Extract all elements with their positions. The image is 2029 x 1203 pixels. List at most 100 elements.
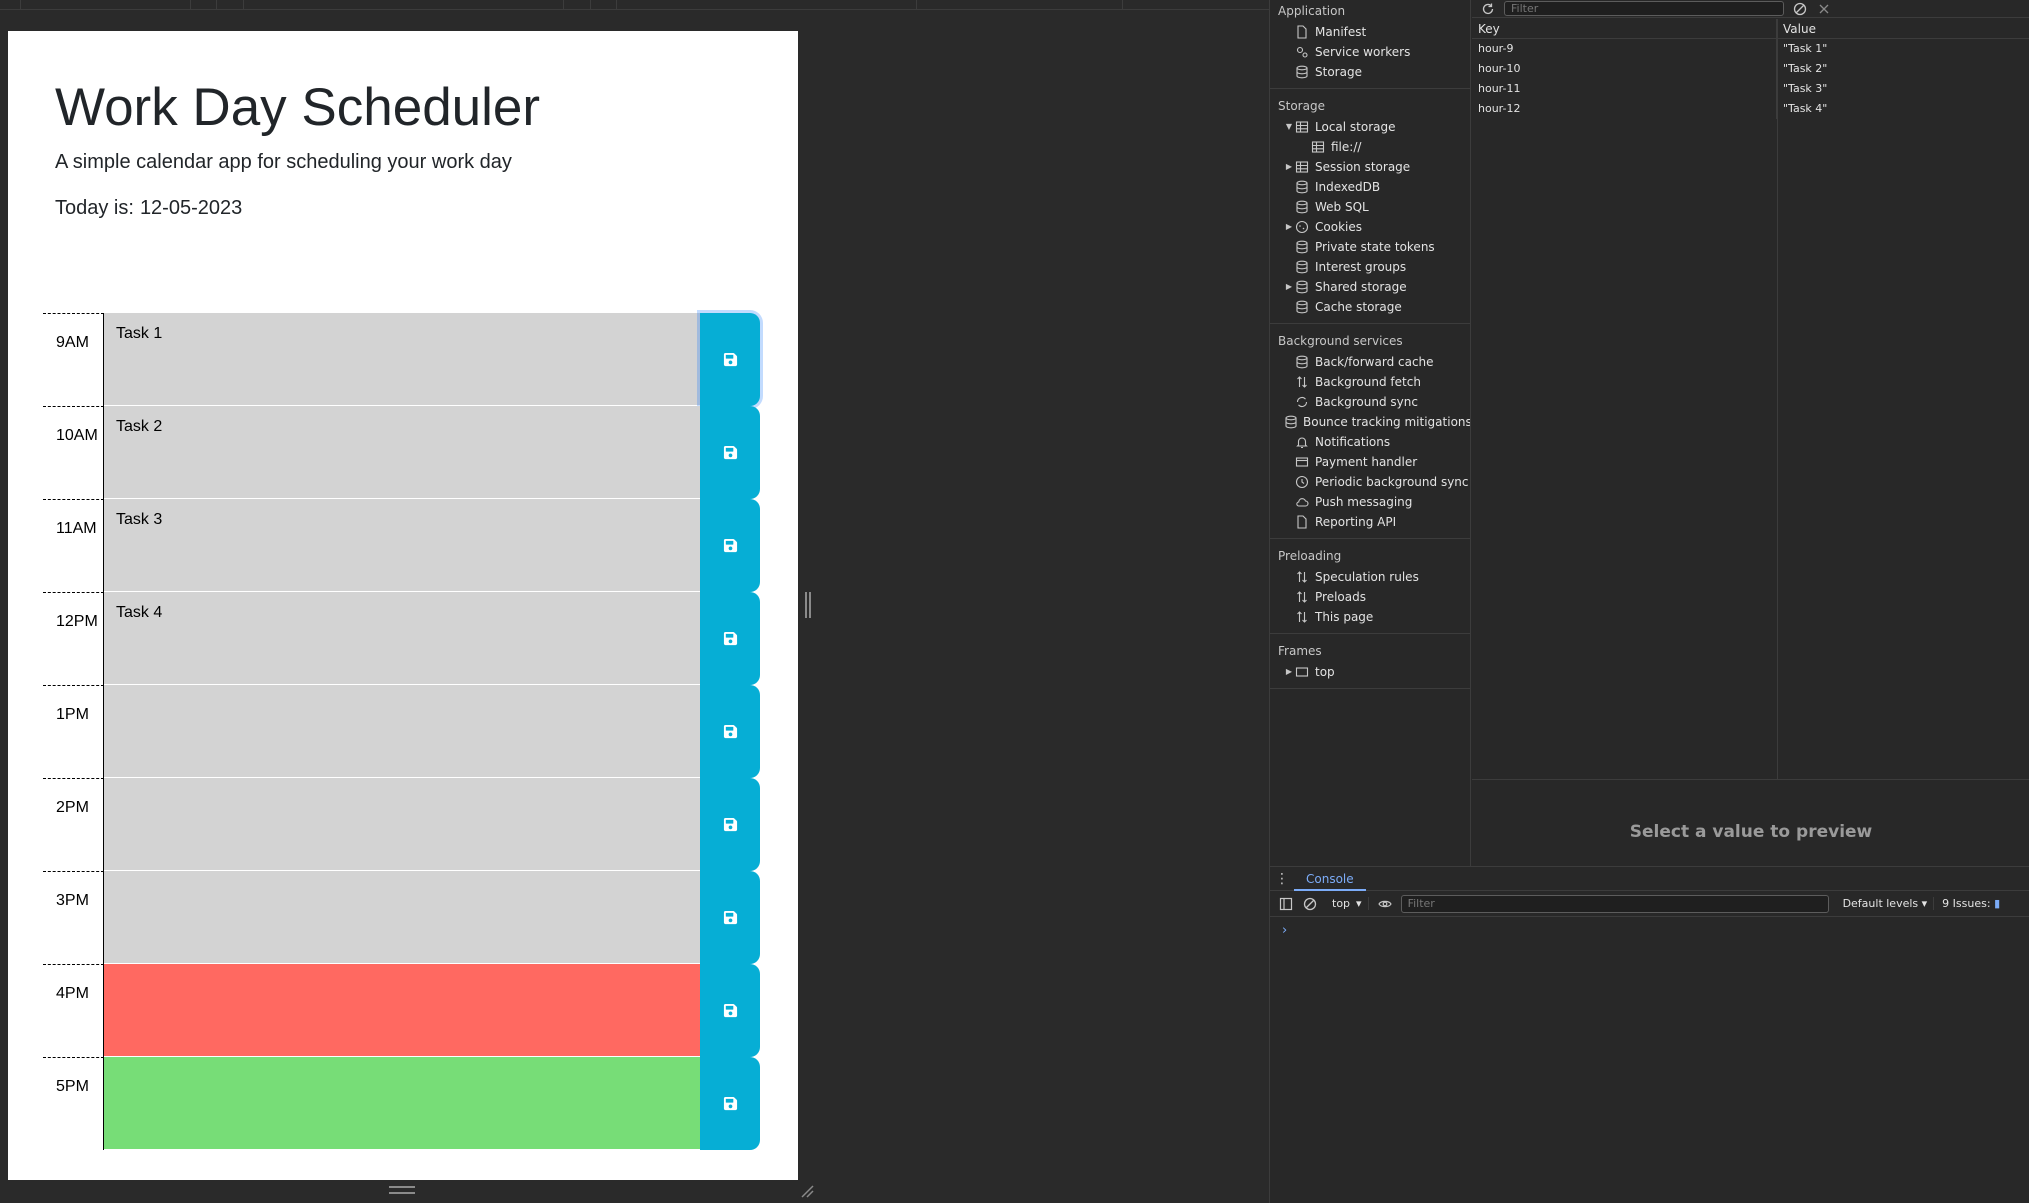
triangle-right-icon[interactable]: ▶ xyxy=(1284,662,1294,682)
sidebar-item-label: Web SQL xyxy=(1315,200,1369,214)
sidebar-toggle-icon[interactable] xyxy=(1278,896,1294,912)
storage-value[interactable]: "Task 1" xyxy=(1777,39,2029,59)
storage-key[interactable]: hour-12 xyxy=(1472,99,1777,119)
console-toolbar: top ▾ Default levels ▾ 9 Issues: ▮ xyxy=(1270,891,2029,917)
storage-row[interactable]: hour-9 "Task 1" xyxy=(1472,39,2029,59)
task-description-input[interactable] xyxy=(104,871,700,964)
save-button[interactable] xyxy=(700,871,760,964)
arrows-updown-icon xyxy=(1294,590,1310,604)
sidebar-section-title: Storage xyxy=(1278,99,1325,113)
tab-console[interactable]: Console xyxy=(1294,867,1366,891)
sidebar-item-cache-storage[interactable]: Cache storage xyxy=(1270,297,1470,317)
save-button[interactable] xyxy=(700,964,760,1057)
clear-console-icon[interactable] xyxy=(1302,896,1318,912)
sidebar-item-label: Cache storage xyxy=(1315,300,1402,314)
sidebar-item-payment-handler[interactable]: Payment handler xyxy=(1270,452,1470,472)
save-button[interactable] xyxy=(700,685,760,778)
storage-value[interactable]: "Task 4" xyxy=(1777,99,2029,119)
refresh-icon[interactable] xyxy=(1480,1,1496,17)
save-button[interactable] xyxy=(700,313,760,406)
sidebar-item-storage[interactable]: Storage xyxy=(1270,62,1470,82)
sidebar-item-reporting-api[interactable]: Reporting API xyxy=(1270,512,1470,532)
triangle-down-icon[interactable]: ▼ xyxy=(1284,117,1294,137)
sidebar-item-indexeddb[interactable]: IndexedDB xyxy=(1270,177,1470,197)
triangle-right-icon[interactable]: ▶ xyxy=(1284,217,1294,237)
save-icon xyxy=(723,724,738,739)
log-levels-dropdown[interactable]: Default levels ▾ xyxy=(1837,897,1935,910)
storage-filter-input[interactable] xyxy=(1504,1,1784,16)
table-icon xyxy=(1310,140,1326,154)
task-description-input[interactable] xyxy=(104,964,700,1057)
clear-all-icon[interactable] xyxy=(1792,1,1808,17)
database-icon xyxy=(1294,260,1310,274)
column-header-value[interactable]: Value xyxy=(1777,19,2029,38)
save-button[interactable] xyxy=(700,499,760,592)
drawer-menu-icon[interactable]: ⋮ xyxy=(1270,871,1294,887)
storage-row[interactable]: hour-11 "Task 3" xyxy=(1472,79,2029,99)
storage-value[interactable]: "Task 2" xyxy=(1777,59,2029,79)
storage-key[interactable]: hour-11 xyxy=(1472,79,1777,99)
sidebar-item-private-state-tokens[interactable]: Private state tokens xyxy=(1270,237,1470,257)
save-button[interactable] xyxy=(700,406,760,499)
sidebar-item-background-sync[interactable]: Background sync xyxy=(1270,392,1470,412)
task-description-input[interactable] xyxy=(104,778,700,871)
context-select[interactable]: top ▾ xyxy=(1326,897,1369,910)
task-description-input[interactable]: Task 3 xyxy=(104,499,700,592)
task-description-input[interactable]: Task 4 xyxy=(104,592,700,685)
column-header-key[interactable]: Key xyxy=(1472,19,1777,38)
sidebar-item-top[interactable]: ▶ top xyxy=(1270,662,1470,682)
eye-icon[interactable] xyxy=(1377,896,1393,912)
sidebar-item-file[interactable]: file:// xyxy=(1270,137,1470,157)
sidebar-item-service-workers[interactable]: Service workers xyxy=(1270,42,1470,62)
chevron-down-icon: ▾ xyxy=(1356,897,1362,910)
save-button[interactable] xyxy=(700,592,760,685)
sidebar-item-shared-storage[interactable]: ▶ Shared storage xyxy=(1270,277,1470,297)
save-button[interactable] xyxy=(700,1057,760,1150)
sidebar-item-manifest[interactable]: Manifest xyxy=(1270,22,1470,42)
sidebar-item-session-storage[interactable]: ▶ Session storage xyxy=(1270,157,1470,177)
storage-key[interactable]: hour-10 xyxy=(1472,59,1777,79)
save-icon xyxy=(723,631,738,646)
sidebar-item-this-page[interactable]: This page xyxy=(1270,607,1470,627)
save-icon xyxy=(723,1096,738,1111)
issues-counter[interactable]: 9 Issues: ▮ xyxy=(1942,897,2000,910)
viewport-resize-corner-icon[interactable] xyxy=(800,1183,814,1198)
task-description-input[interactable] xyxy=(104,685,700,778)
sidebar-item-speculation-rules[interactable]: Speculation rules xyxy=(1270,567,1470,587)
sidebar-item-bounce-tracking-mitigations[interactable]: Bounce tracking mitigations xyxy=(1270,412,1470,432)
sidebar-item-web-sql[interactable]: Web SQL xyxy=(1270,197,1470,217)
sidebar-item-local-storage[interactable]: ▼ Local storage xyxy=(1270,117,1470,137)
console-prompt[interactable]: › xyxy=(1270,917,2029,944)
sidebar-item-cookies[interactable]: ▶ Cookies xyxy=(1270,217,1470,237)
viewport-resize-handle-right[interactable] xyxy=(805,592,811,618)
task-description-input[interactable]: Task 2 xyxy=(104,406,700,499)
storage-key[interactable]: hour-9 xyxy=(1472,39,1777,59)
triangle-right-icon[interactable]: ▶ xyxy=(1284,277,1294,297)
sidebar-item-interest-groups[interactable]: Interest groups xyxy=(1270,257,1470,277)
sidebar-item-periodic-background-sync[interactable]: Periodic background sync xyxy=(1270,472,1470,492)
viewport-resize-handle-bottom[interactable] xyxy=(389,1186,415,1194)
save-button[interactable] xyxy=(700,778,760,871)
triangle-right-icon[interactable]: ▶ xyxy=(1284,157,1294,177)
schedule: 9AM Task 1 10AM Task 2 11AM Task 3 12PM Task 41… xyxy=(43,313,763,1150)
hour-label: 11AM xyxy=(43,499,104,592)
hour-label: 4PM xyxy=(43,964,104,1057)
sidebar-item-push-messaging[interactable]: Push messaging xyxy=(1270,492,1470,512)
sidebar-item-preloads[interactable]: Preloads xyxy=(1270,587,1470,607)
sidebar-item-background-fetch[interactable]: Background fetch xyxy=(1270,372,1470,392)
delete-selected-icon[interactable] xyxy=(1816,1,1832,17)
task-description-input[interactable] xyxy=(104,1057,700,1150)
cloud-icon xyxy=(1294,495,1310,509)
card-icon xyxy=(1294,455,1310,469)
task-description-input[interactable]: Task 1 xyxy=(104,313,700,406)
storage-row[interactable]: hour-12 "Task 4" xyxy=(1472,99,2029,119)
context-select-value: top xyxy=(1332,897,1351,910)
sidebar-item-notifications[interactable]: Notifications xyxy=(1270,432,1470,452)
storage-value[interactable]: "Task 3" xyxy=(1777,79,2029,99)
gears-icon xyxy=(1294,45,1310,59)
console-filter-input[interactable] xyxy=(1400,894,1829,913)
sidebar-item-back-forward-cache[interactable]: Back/forward cache xyxy=(1270,352,1470,372)
column-divider[interactable] xyxy=(1777,19,1778,779)
table-icon xyxy=(1294,120,1310,134)
storage-row[interactable]: hour-10 "Task 2" xyxy=(1472,59,2029,79)
